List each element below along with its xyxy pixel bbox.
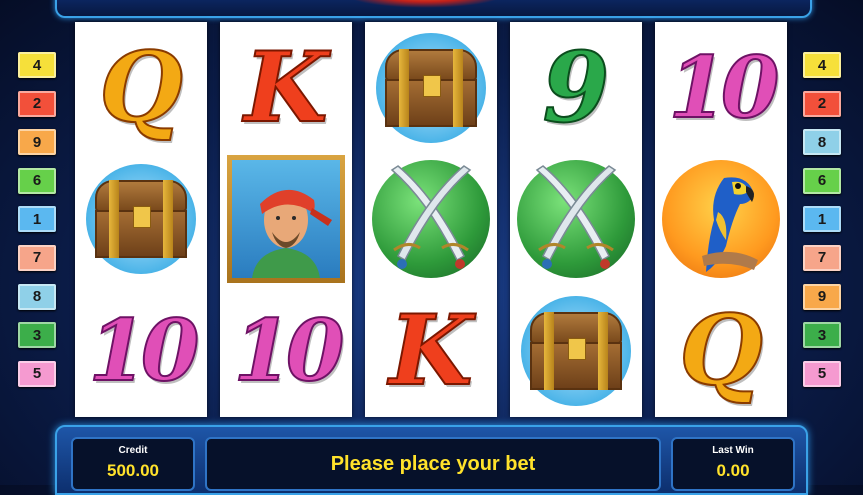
payline-left-1: 1 bbox=[18, 206, 56, 233]
payline-right-8: 8 bbox=[803, 129, 841, 156]
last-win-display: Last Win 0.00 bbox=[671, 437, 795, 491]
reel-symbol: 10 bbox=[655, 22, 787, 154]
payline-right-5: 5 bbox=[803, 360, 841, 387]
payline-left-5: 5 bbox=[18, 360, 56, 387]
reel-symbol: K bbox=[220, 22, 352, 154]
paylines-right: 4 2 8 6 1 7 9 3 5 bbox=[803, 52, 845, 399]
payline-left-8: 8 bbox=[18, 283, 56, 310]
payline-right-6: 6 bbox=[803, 167, 841, 194]
payline-right-7: 7 bbox=[803, 244, 841, 271]
last-win-value: 0.00 bbox=[716, 461, 750, 480]
payline-right-3: 3 bbox=[803, 322, 841, 349]
reel-symbol bbox=[510, 285, 642, 417]
payline-left-9: 9 bbox=[18, 129, 56, 156]
reel-symbol bbox=[655, 153, 787, 285]
symbol-k: K bbox=[388, 294, 473, 407]
treasure-chest-icon bbox=[86, 164, 196, 274]
reel-symbol: K bbox=[365, 285, 497, 417]
symbol-10: 10 bbox=[233, 301, 346, 400]
payline-right-1: 1 bbox=[803, 206, 841, 233]
reel-3: K bbox=[365, 22, 497, 417]
reel-4: 9 bbox=[510, 22, 642, 417]
last-win-label: Last Win bbox=[712, 445, 754, 456]
reel-symbol: Q bbox=[75, 22, 207, 154]
symbol-q: Q bbox=[98, 31, 184, 144]
reel-symbol bbox=[220, 153, 352, 285]
payline-right-4: 4 bbox=[803, 52, 841, 78]
payline-right-9: 9 bbox=[803, 283, 841, 310]
reel-symbol: 10 bbox=[220, 285, 352, 417]
reel-symbol: Q bbox=[655, 285, 787, 417]
reel-5: 10 Q bbox=[655, 22, 787, 417]
reel-symbol: 10 bbox=[75, 285, 207, 417]
credit-label: Credit bbox=[118, 445, 148, 456]
reel-symbol bbox=[365, 22, 497, 154]
crossed-swords-icon bbox=[517, 160, 635, 278]
payline-left-7: 7 bbox=[18, 244, 56, 271]
parrot-icon bbox=[662, 160, 780, 278]
reel-symbol bbox=[510, 153, 642, 285]
symbol-9: 9 bbox=[542, 31, 611, 144]
symbol-10: 10 bbox=[668, 38, 781, 137]
symbol-10: 10 bbox=[88, 301, 201, 400]
payline-left-2: 2 bbox=[18, 90, 56, 117]
payline-right-2: 2 bbox=[803, 90, 841, 117]
credit-value: 500.00 bbox=[107, 461, 159, 480]
status-message: Please place your bet bbox=[330, 453, 536, 475]
payline-left-6: 6 bbox=[18, 167, 56, 194]
reel-symbol: 9 bbox=[510, 22, 642, 154]
credit-display: Credit 500.00 bbox=[71, 437, 195, 491]
paylines-left: 4 2 9 6 1 7 8 3 5 bbox=[18, 52, 60, 399]
symbol-q: Q bbox=[678, 294, 764, 407]
payline-left-3: 3 bbox=[18, 322, 56, 349]
reel-symbol bbox=[75, 153, 207, 285]
game-logo bbox=[345, 0, 505, 8]
treasure-chest-icon bbox=[521, 296, 631, 406]
pirate-portrait-icon bbox=[227, 155, 345, 283]
message-display: Please place your bet bbox=[205, 437, 661, 491]
reel-1: Q 10 bbox=[75, 22, 207, 417]
symbol-k: K bbox=[243, 31, 328, 144]
treasure-chest-icon bbox=[376, 33, 486, 143]
payline-left-4: 4 bbox=[18, 52, 56, 78]
reel-2: K 10 bbox=[220, 22, 352, 417]
reel-symbol bbox=[365, 153, 497, 285]
crossed-swords-icon bbox=[372, 160, 490, 278]
